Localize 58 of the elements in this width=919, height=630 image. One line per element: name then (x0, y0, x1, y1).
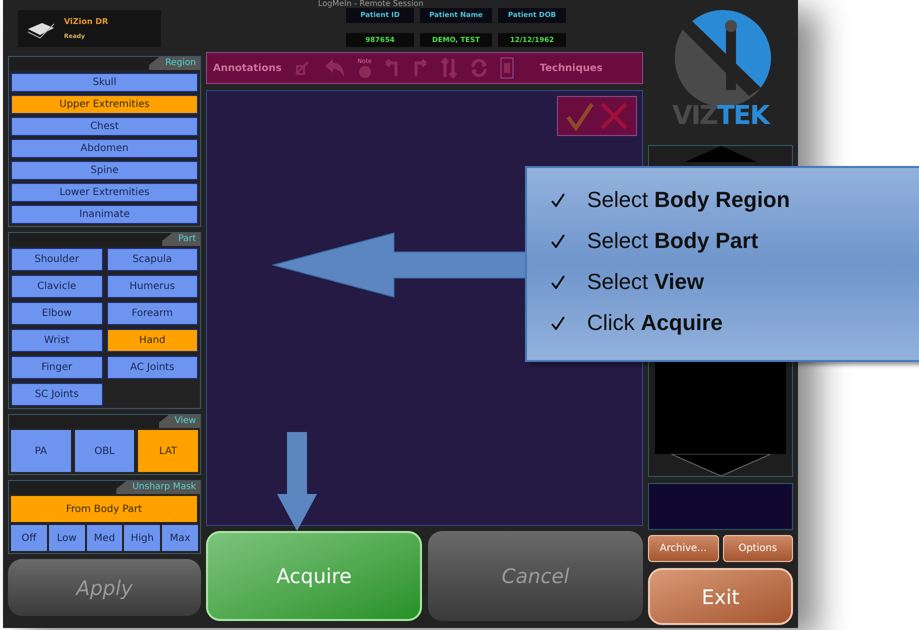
rotate-right-icon[interactable] (412, 59, 428, 77)
archive-button[interactable]: Archive... (648, 535, 718, 562)
rotate-left-icon[interactable] (384, 59, 400, 77)
unsharp-level-option[interactable]: Max (162, 525, 198, 551)
grid-icon[interactable] (500, 57, 514, 79)
check-mark-icon (551, 316, 565, 330)
region-option[interactable]: Skull (11, 73, 198, 92)
part-option[interactable]: Shoulder (11, 248, 102, 271)
instruction-step: Select View (587, 264, 704, 300)
part-option[interactable]: Humerus (106, 275, 198, 298)
instruction-step: Select Body Part (587, 223, 758, 259)
options-button[interactable]: Options (722, 535, 793, 562)
part-option[interactable]: Elbow (11, 302, 102, 325)
undo-arrow-icon[interactable] (324, 58, 346, 78)
region-option[interactable]: Spine (11, 161, 198, 180)
panel-title: View (158, 415, 200, 428)
refresh-icon[interactable] (470, 59, 488, 77)
device-name: ViZion DR (64, 16, 108, 28)
instruction-step: Select Body Region (587, 182, 790, 218)
unsharp-level-option[interactable]: Off (11, 525, 47, 551)
annotations-label[interactable]: Annotations (213, 60, 282, 76)
techniques-label[interactable]: Techniques (540, 60, 603, 76)
part-option[interactable]: Scapula (106, 248, 198, 271)
close-icon[interactable] (599, 101, 629, 131)
check-mark-icon (551, 275, 565, 289)
panel-title: Part (162, 233, 200, 246)
part-option[interactable]: Forearm (106, 302, 198, 325)
check-mark-icon (551, 193, 565, 207)
flip-icon[interactable] (440, 58, 458, 78)
unsharp-level-option[interactable]: Med (86, 525, 122, 551)
unsharp-level-option[interactable]: High (124, 525, 160, 551)
acquire-button[interactable]: Acquire (206, 531, 422, 621)
panel-title: Unsharp Mask (116, 481, 200, 494)
panel-title: Region (149, 57, 200, 70)
region-option[interactable]: Upper Extremities (11, 95, 198, 114)
part-option[interactable]: AC Joints (106, 356, 198, 379)
from-body-part-option[interactable]: From Body Part (11, 496, 197, 522)
exit-button[interactable]: Exit (648, 568, 793, 625)
region-option[interactable]: Chest (11, 117, 198, 136)
check-mark-icon (551, 234, 565, 248)
unsharp-level-option[interactable]: Low (48, 525, 85, 551)
instruction-step: Click Acquire (587, 305, 723, 341)
logo-text: TEK (717, 101, 769, 131)
view-option[interactable]: LAT (138, 430, 198, 472)
region-option[interactable]: Abdomen (11, 139, 198, 158)
part-option[interactable]: SC Joints (11, 383, 102, 406)
view-option[interactable]: PA (11, 430, 71, 472)
part-option[interactable]: Hand (106, 329, 198, 352)
region-option[interactable]: Lower Extremities (11, 183, 198, 202)
view-option[interactable]: OBL (74, 430, 134, 472)
circle-icon[interactable] (358, 64, 372, 78)
logo-text: VIZ (672, 101, 717, 131)
part-option[interactable]: Finger (11, 356, 102, 379)
part-option[interactable]: Wrist (11, 329, 102, 352)
part-option[interactable]: Clavicle (11, 275, 102, 298)
remote-session-title: LogMeIn - Remote Session (318, 0, 424, 8)
check-icon[interactable] (565, 101, 595, 131)
region-option[interactable]: Inanimate (11, 205, 198, 224)
